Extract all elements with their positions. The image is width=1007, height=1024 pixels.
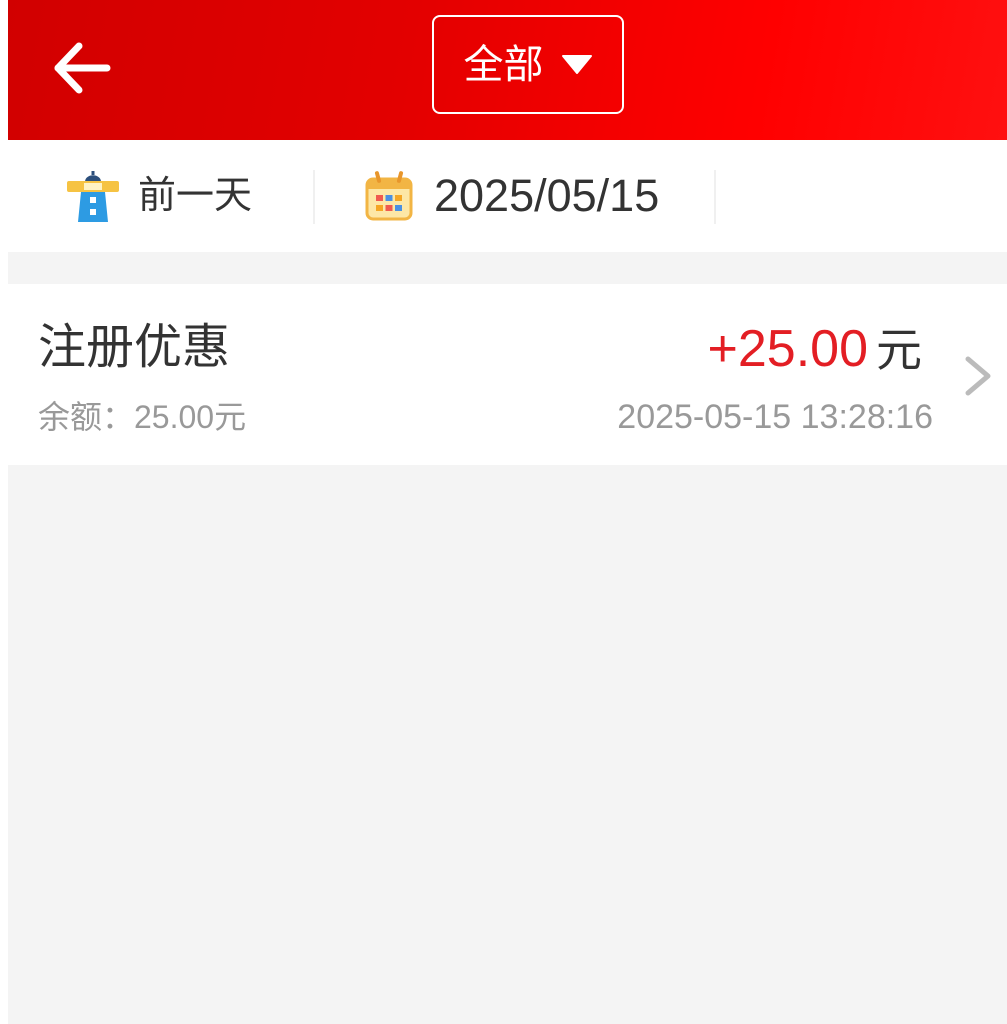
filter-dropdown[interactable]: 全部 (432, 15, 624, 114)
lighthouse-icon (67, 170, 119, 222)
record-time: 2025-05-15 13:28:16 (617, 398, 933, 436)
prev-day-label: 前一天 (138, 175, 253, 217)
chevron-right-icon (963, 355, 993, 397)
list-item[interactable]: 注册优惠 余额：25.00元 +25.00 元 2025-05-15 13:28… (8, 284, 1007, 465)
date-bar: 前一天 2025/05/15 (8, 140, 1007, 252)
header-bar: 全部 (8, 0, 1007, 140)
back-button[interactable] (50, 40, 114, 96)
amount-value: +25.00 (707, 320, 869, 378)
date-value: 2025/05/15 (434, 170, 660, 221)
filter-label: 全部 (463, 42, 544, 87)
amount-unit: 元 (876, 324, 922, 376)
caret-down-icon (561, 54, 593, 75)
divider (714, 170, 716, 224)
date-picker[interactable]: 2025/05/15 (365, 140, 659, 252)
calendar-icon (365, 171, 413, 221)
arrow-left-icon (52, 42, 112, 94)
record-title: 注册优惠 (38, 321, 231, 374)
record-balance: 余额：25.00元 (38, 399, 247, 435)
divider (313, 170, 315, 224)
record-amount: +25.00 元 (708, 321, 923, 377)
prev-day-button[interactable]: 前一天 (67, 140, 252, 252)
screen: 全部 前一天 2025/05/15 注册优惠 余额：25.00元 +25.00 … (8, 0, 1007, 1024)
